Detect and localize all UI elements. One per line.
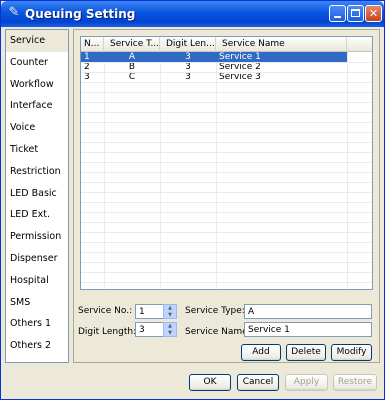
table-row[interactable]: 1 A 3 Service 1 xyxy=(81,52,347,62)
grid-line xyxy=(81,152,372,153)
wrench-icon: ✎ xyxy=(8,5,20,20)
grid-line xyxy=(104,52,105,289)
spin-down-icon[interactable]: ▼ xyxy=(164,312,176,319)
apply-button[interactable]: Apply xyxy=(285,374,328,391)
nav-item-others-2[interactable]: Others 2 xyxy=(6,335,68,357)
nav-item-workflow[interactable]: Workflow xyxy=(6,74,68,96)
window-title: Queuing Setting xyxy=(25,7,136,21)
column-header-no[interactable]: N... xyxy=(81,37,104,52)
nav-item-dispenser[interactable]: Dispenser xyxy=(6,248,68,270)
grid-line xyxy=(81,242,372,243)
restore-button[interactable]: Restore xyxy=(333,374,377,391)
grid-line xyxy=(216,52,217,289)
title-bar[interactable]: ✎ Queuing Setting ✕ xyxy=(1,1,384,27)
grid-line xyxy=(81,212,372,213)
nav-item-restriction[interactable]: Restriction xyxy=(6,161,68,183)
grid-line xyxy=(81,202,372,203)
digit-length-spinner[interactable]: ▲ ▼ xyxy=(163,322,177,337)
cell-service-name: Service 3 xyxy=(219,72,261,82)
grid-line xyxy=(81,92,372,93)
column-header-service-name[interactable]: Service Name xyxy=(216,37,347,52)
grid-line xyxy=(81,272,372,273)
service-type-label: Service Type: xyxy=(185,306,245,316)
grid-line xyxy=(81,112,372,113)
service-table[interactable]: N... Service T... Digit Len... Service N… xyxy=(80,36,373,290)
grid-line xyxy=(81,132,372,133)
cell-service-name: Service 1 xyxy=(219,52,261,62)
add-button[interactable]: Add xyxy=(241,344,281,361)
grid-line xyxy=(81,182,372,183)
spin-down-icon[interactable]: ▼ xyxy=(164,330,176,337)
cell-service-type: A xyxy=(128,52,136,62)
grid-line xyxy=(81,162,372,163)
digit-length-label: Digit Length: xyxy=(78,327,137,337)
delete-button[interactable]: Delete xyxy=(286,344,326,361)
nav-item-voice[interactable]: Voice xyxy=(6,117,68,139)
grid-line xyxy=(160,52,161,289)
cell-service-type: B xyxy=(128,62,136,72)
cell-no: 2 xyxy=(84,62,90,72)
digit-length-field[interactable] xyxy=(135,322,165,337)
grid-line xyxy=(81,102,372,103)
service-type-field[interactable] xyxy=(244,304,372,319)
nav-item-interface[interactable]: Interface xyxy=(6,95,68,117)
grid-line xyxy=(81,222,372,223)
cell-digit-length: 3 xyxy=(185,62,191,72)
grid-line xyxy=(81,192,372,193)
column-header-filler xyxy=(347,37,372,52)
service-no-spinner[interactable]: ▲ ▼ xyxy=(163,304,177,319)
cancel-button[interactable]: Cancel xyxy=(237,374,279,391)
grid-line xyxy=(81,252,372,253)
service-no-label: Service No.: xyxy=(78,306,133,316)
grid-line xyxy=(81,62,372,63)
grid-line xyxy=(347,52,348,289)
queuing-setting-window: ✎ Queuing Setting ✕ Service Counter Work… xyxy=(0,0,385,400)
nav-item-permission[interactable]: Permission xyxy=(6,226,68,248)
minimize-button[interactable] xyxy=(329,5,346,22)
grid-line xyxy=(81,282,372,283)
grid-line xyxy=(81,262,372,263)
service-name-field[interactable] xyxy=(244,322,372,337)
service-panel: N... Service T... Digit Len... Service N… xyxy=(73,29,380,363)
table-row[interactable]: 3 C 3 Service 3 xyxy=(81,72,347,82)
grid-line xyxy=(81,142,372,143)
maximize-icon xyxy=(351,9,360,17)
nav-item-led-ext[interactable]: LED Ext. xyxy=(6,204,68,226)
cell-service-type: C xyxy=(128,72,136,82)
grid-line xyxy=(81,172,372,173)
modify-button[interactable]: Modify xyxy=(331,344,372,361)
nav-item-service[interactable]: Service xyxy=(6,30,68,52)
grid-line xyxy=(81,82,372,83)
nav-item-others-1[interactable]: Others 1 xyxy=(6,313,68,335)
nav-item-hospital[interactable]: Hospital xyxy=(6,270,68,292)
column-header-digit-length[interactable]: Digit Len... xyxy=(160,37,216,52)
nav-item-sms[interactable]: SMS xyxy=(6,292,68,314)
ok-button[interactable]: OK xyxy=(189,374,231,391)
nav-item-counter[interactable]: Counter xyxy=(6,52,68,74)
maximize-button[interactable] xyxy=(347,5,364,22)
grid-line xyxy=(81,122,372,123)
service-name-label: Service Name: xyxy=(185,327,251,337)
close-button[interactable]: ✕ xyxy=(365,5,382,22)
table-body: 1 A 3 Service 1 2 B 3 Service 2 3 C 3 Se… xyxy=(81,52,372,82)
cell-digit-length: 3 xyxy=(185,52,191,62)
minimize-icon xyxy=(334,16,341,18)
nav-item-led-basic[interactable]: LED Basic xyxy=(6,183,68,205)
table-row[interactable]: 2 B 3 Service 2 xyxy=(81,62,347,72)
table-header: N... Service T... Digit Len... Service N… xyxy=(81,37,372,52)
grid-line xyxy=(81,232,372,233)
cell-digit-length: 3 xyxy=(185,72,191,82)
nav-item-ticket[interactable]: Ticket xyxy=(6,139,68,161)
close-icon: ✕ xyxy=(368,7,379,20)
settings-nav: Service Counter Workflow Interface Voice… xyxy=(5,29,69,363)
cell-no: 3 xyxy=(84,72,90,82)
service-no-field[interactable] xyxy=(135,304,165,319)
grid-line xyxy=(81,72,372,73)
column-header-service-type[interactable]: Service T... xyxy=(104,37,160,52)
cell-no: 1 xyxy=(84,52,90,62)
cell-service-name: Service 2 xyxy=(219,62,261,72)
